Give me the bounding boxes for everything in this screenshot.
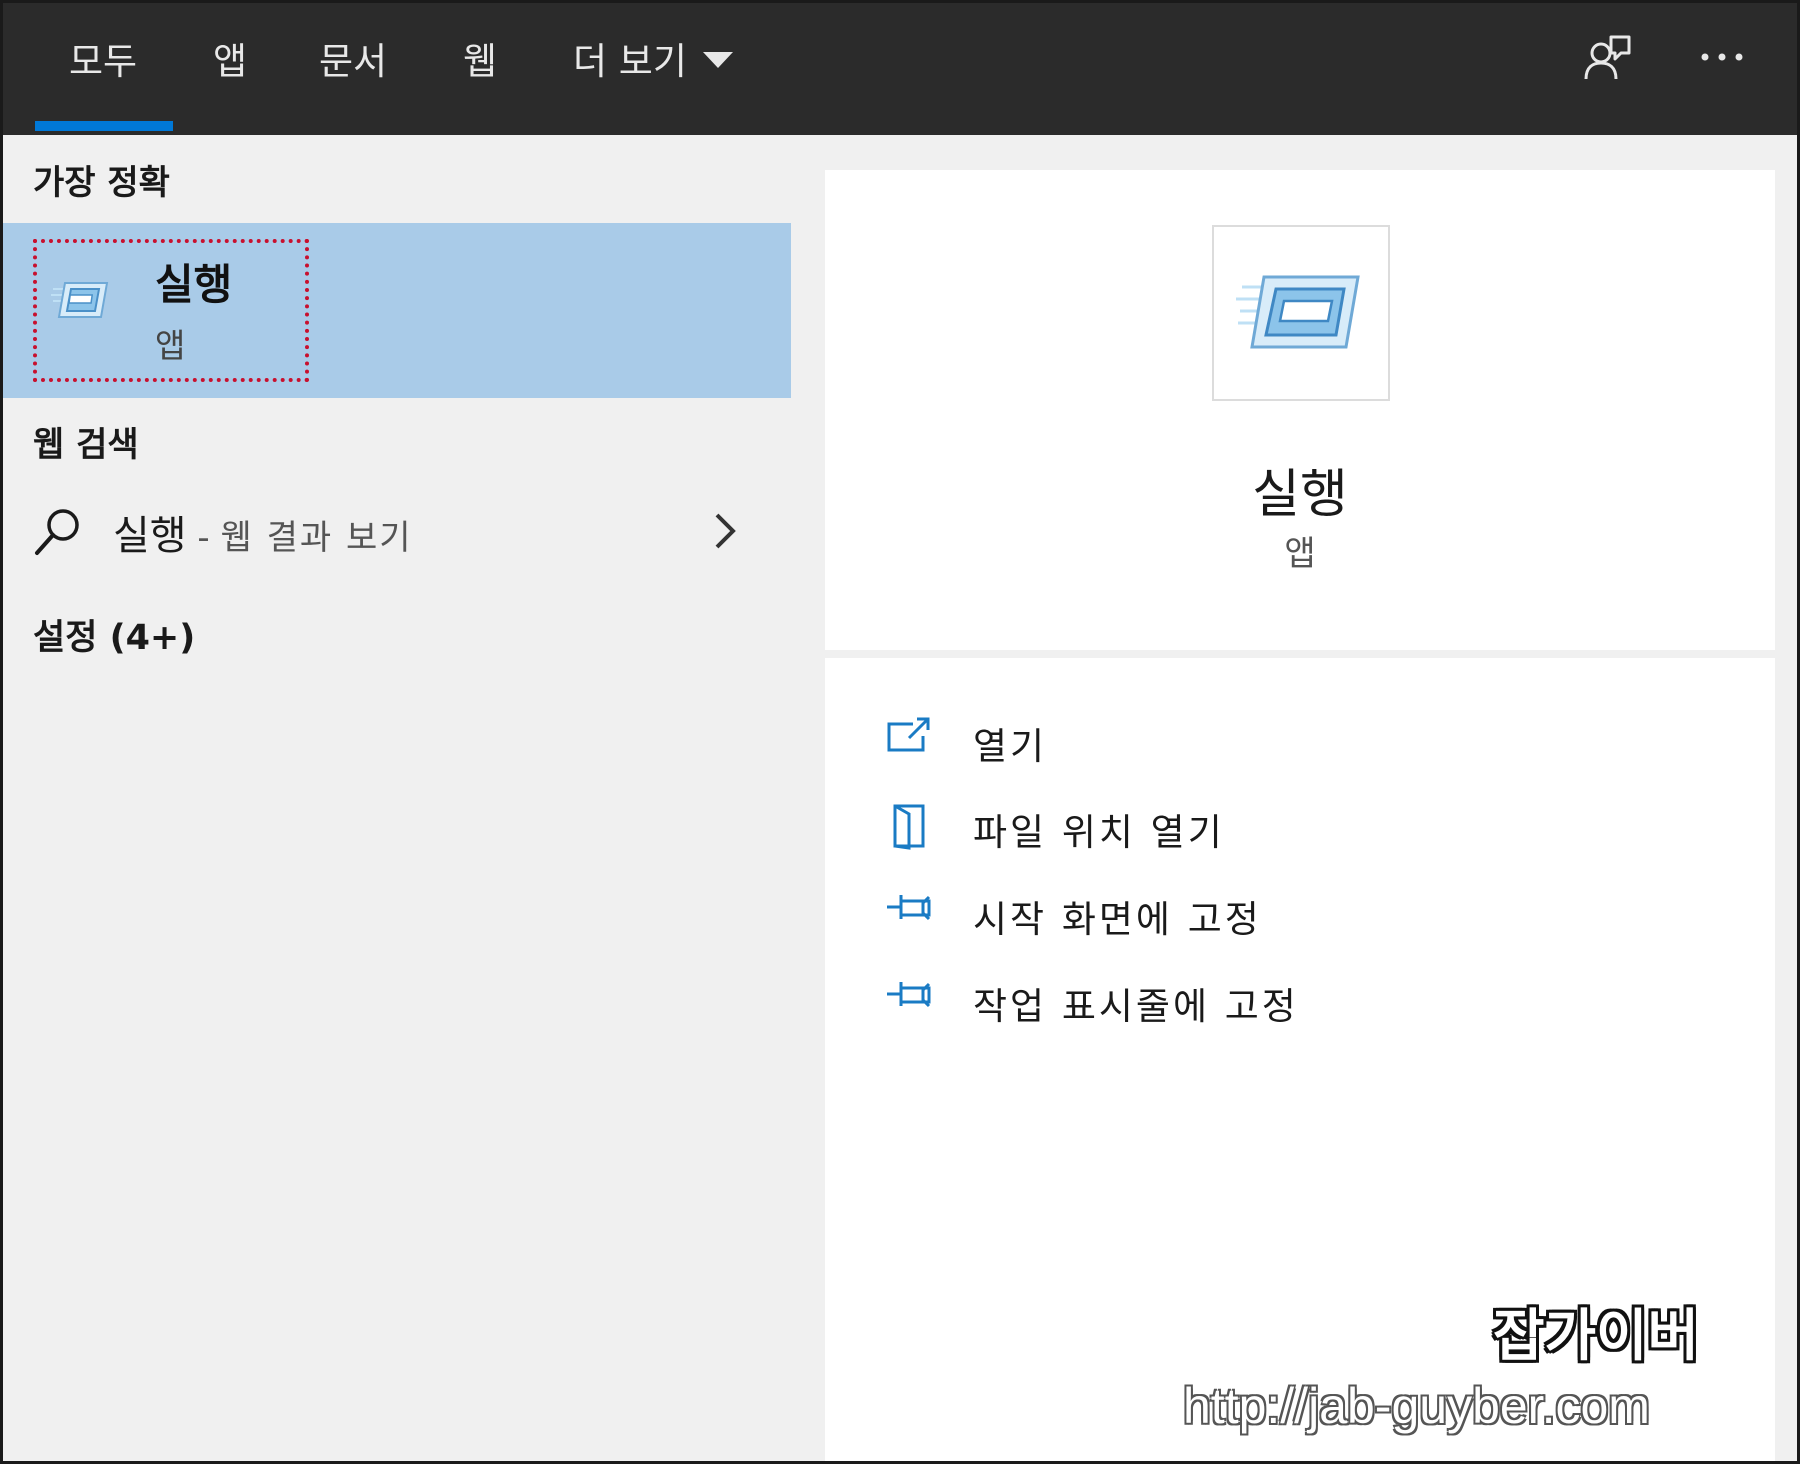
results-pane: 가장 정확 실행 앱 웹 검색 실행 - 웹 결과 보기 설정 (4+): [3, 135, 791, 1461]
top-bar: 모두 앱 문서 웹 더 보기: [3, 3, 1797, 135]
best-match-heading: 가장 정확: [33, 163, 170, 203]
pin-icon: [885, 976, 935, 1016]
app-preview-card: 실행 앱: [825, 170, 1775, 650]
best-match-subtitle: 앱: [155, 326, 186, 365]
search-icon: [31, 503, 87, 563]
action-label: 파일 위치 열기: [973, 811, 1225, 854]
chevron-right-icon[interactable]: [709, 511, 739, 555]
action-open-file-location[interactable]: 파일 위치 열기: [885, 796, 1585, 854]
preview-pane: 실행 앱 열기 파일 위치 열기 시작 화면에 고정 작업 표시줄에 고정: [825, 170, 1775, 1461]
action-label: 열기: [973, 725, 1048, 768]
tab-more[interactable]: 더 보기: [573, 31, 733, 93]
settings-heading[interactable]: 설정 (4+): [33, 609, 195, 660]
search-window: 모두 앱 문서 웹 더 보기 가장 정확 실행 앱 웹 검색 실행 - 웹 결과…: [0, 0, 1800, 1464]
watermark-name: 잡가이버: [1493, 1304, 1700, 1369]
active-tab-indicator: [35, 121, 173, 131]
tab-web[interactable]: 웹: [463, 31, 497, 93]
action-label: 작업 표시줄에 고정: [973, 985, 1299, 1028]
web-result-suffix: 웹 결과 보기: [220, 518, 413, 558]
run-dialog-icon: [1236, 275, 1360, 349]
pin-icon: [885, 889, 935, 929]
tab-more-label: 더 보기: [573, 40, 687, 83]
action-label: 시작 화면에 고정: [973, 898, 1262, 941]
open-icon: [885, 716, 933, 760]
best-match-title: 실행: [155, 260, 233, 309]
web-result-separator: -: [186, 518, 221, 558]
tab-documents[interactable]: 문서: [319, 31, 387, 93]
app-tile: [1212, 225, 1390, 401]
feedback-icon[interactable]: [1581, 33, 1633, 89]
web-result-text: 실행 - 웹 결과 보기: [113, 503, 413, 561]
action-open[interactable]: 열기: [885, 710, 1585, 768]
app-title: 실행: [1252, 465, 1348, 525]
chevron-down-icon: [702, 52, 733, 68]
tab-apps[interactable]: 앱: [213, 31, 247, 93]
web-search-heading: 웹 검색: [33, 425, 139, 465]
run-dialog-icon: [51, 275, 111, 329]
app-subtitle: 앱: [1284, 534, 1316, 574]
file-location-icon: [885, 802, 933, 854]
best-match-item[interactable]: 실행 앱: [3, 223, 791, 398]
watermark-url: http://jab-guyber.com: [1183, 1378, 1650, 1434]
action-pin-taskbar[interactable]: 작업 표시줄에 고정: [885, 970, 1585, 1028]
web-result-query: 실행: [113, 513, 187, 559]
action-pin-start[interactable]: 시작 화면에 고정: [885, 883, 1585, 941]
web-search-result[interactable]: 실행 - 웹 결과 보기: [3, 495, 791, 575]
tab-all[interactable]: 모두: [69, 31, 137, 93]
more-icon[interactable]: [1699, 47, 1745, 71]
